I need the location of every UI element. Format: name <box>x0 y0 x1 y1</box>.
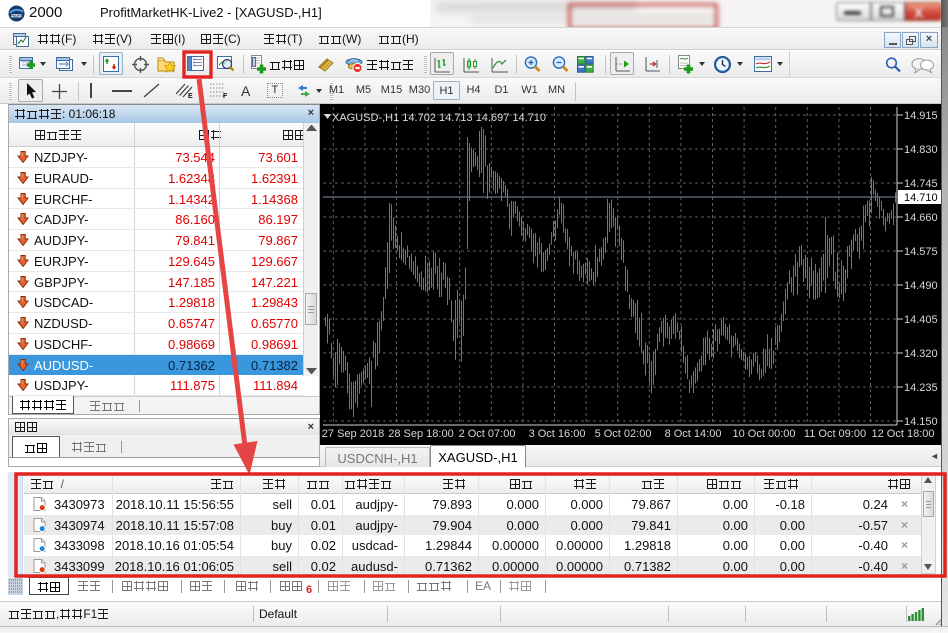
svg-text:14.745: 14.745 <box>904 178 938 190</box>
svg-text:28 Sep 18:00: 28 Sep 18:00 <box>388 428 453 440</box>
svg-text:14.575: 14.575 <box>904 246 938 258</box>
svg-text:14.660: 14.660 <box>904 212 938 224</box>
svg-text:10 Oct 00:00: 10 Oct 00:00 <box>733 428 796 440</box>
svg-text:F: F <box>223 93 228 99</box>
svg-text:8 Oct 14:00: 8 Oct 14:00 <box>665 428 722 440</box>
svg-text:14.405: 14.405 <box>904 314 938 326</box>
svg-text:PROFIT: PROFIT <box>10 14 23 18</box>
svg-text:12 Oct 18:00: 12 Oct 18:00 <box>872 428 935 440</box>
svg-text:14.150: 14.150 <box>904 416 938 428</box>
svg-text:5 Oct 02:00: 5 Oct 02:00 <box>595 428 652 440</box>
svg-text:3 Oct 16:00: 3 Oct 16:00 <box>529 428 586 440</box>
svg-text:14.235: 14.235 <box>904 382 938 394</box>
svg-text:14.490: 14.490 <box>904 280 938 292</box>
svg-text:14.830: 14.830 <box>904 144 938 156</box>
svg-text:E: E <box>188 93 193 99</box>
svg-text:27 Sep 2018: 27 Sep 2018 <box>322 428 384 440</box>
svg-text:14.710: 14.710 <box>904 192 938 204</box>
svg-text:14.320: 14.320 <box>904 348 938 360</box>
svg-text:2 Oct 07:00: 2 Oct 07:00 <box>459 428 516 440</box>
svg-text:11 Oct 09:00: 11 Oct 09:00 <box>804 428 866 440</box>
svg-text:XAGUSD-,H1 14.702 14.713 14.6: XAGUSD-,H1 14.702 14.713 14.697 14.710 <box>332 112 546 124</box>
svg-text:14.915: 14.915 <box>904 110 938 122</box>
